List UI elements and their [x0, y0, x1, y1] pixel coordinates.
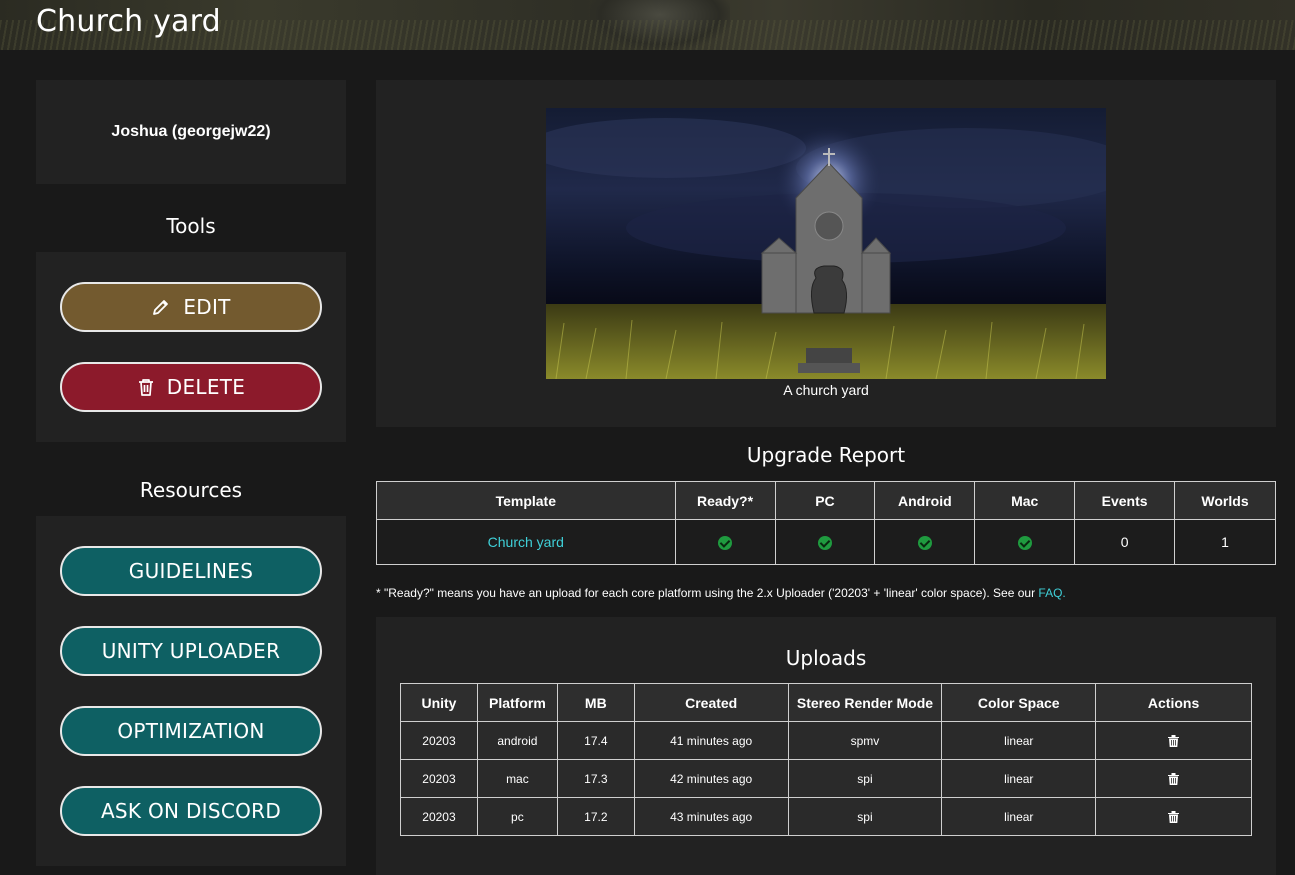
actions-cell: [1095, 759, 1252, 798]
actions-cell: [1095, 721, 1252, 760]
column-header: Template: [376, 481, 676, 520]
worlds-cell: 1: [1174, 519, 1276, 565]
trash-icon: [138, 379, 153, 396]
unity-uploader-button[interactable]: UNITY UPLOADER: [60, 626, 322, 676]
ready-footnote: * "Ready?" means you have an upload for …: [376, 586, 1066, 600]
tools-panel: EDIT DELETE: [36, 252, 346, 442]
table-row: Church yard 0 1: [376, 519, 1276, 565]
optimization-button-label: OPTIMIZATION: [117, 719, 265, 743]
upgrade-report-title: Upgrade Report: [746, 443, 906, 467]
ready-cell: [674, 519, 776, 565]
uploads-table: Unity Platform MB Created Stereo Render …: [400, 683, 1252, 836]
tools-title: Tools: [166, 214, 216, 238]
color-space-cell: linear: [941, 759, 1097, 798]
column-header: Unity: [400, 683, 478, 722]
guidelines-button[interactable]: GUIDELINES: [60, 546, 322, 596]
upgrade-report-table: Template Ready?* PC Android Mac Events W…: [376, 481, 1276, 565]
world-preview-image: [546, 108, 1106, 379]
trash-icon[interactable]: [1168, 735, 1180, 748]
column-header: Stereo Render Mode: [787, 683, 943, 722]
mb-cell: 17.4: [556, 721, 635, 760]
preview-panel: A church yard: [376, 80, 1276, 427]
delete-button[interactable]: DELETE: [60, 362, 322, 412]
user-box: Joshua (georgejw22): [36, 80, 346, 184]
column-header: Platform: [476, 683, 558, 722]
pencil-icon: [153, 300, 169, 315]
unity-uploader-button-label: UNITY UPLOADER: [101, 639, 281, 663]
user-name: Joshua (georgejw22): [111, 123, 271, 140]
ask-on-discord-button-label: ASK ON DISCORD: [100, 799, 282, 823]
check-circle-icon: [917, 536, 932, 551]
column-header: Created: [633, 683, 789, 722]
preview-caption: A church yard: [783, 382, 869, 398]
resources-title: Resources: [139, 478, 243, 502]
optimization-button[interactable]: OPTIMIZATION: [60, 706, 322, 756]
platform-cell: mac: [476, 759, 558, 798]
edit-button[interactable]: EDIT: [60, 282, 322, 332]
unity-cell: 20203: [400, 797, 478, 836]
check-circle-icon: [1017, 536, 1032, 551]
column-header: Android: [874, 481, 976, 520]
table-row: 20203 android 17.4 41 minutes ago spmv l…: [400, 721, 1252, 760]
trash-icon[interactable]: [1168, 811, 1180, 824]
template-cell: Church yard: [376, 519, 676, 565]
table-header-row: Template Ready?* PC Android Mac Events W…: [376, 481, 1276, 520]
ask-on-discord-button[interactable]: ASK ON DISCORD: [60, 786, 322, 836]
faq-link[interactable]: FAQ.: [1038, 586, 1065, 600]
platform-cell: android: [476, 721, 558, 760]
check-circle-icon: [817, 536, 832, 551]
column-header: Actions: [1095, 683, 1252, 722]
mb-cell: 17.3: [556, 759, 635, 798]
column-header: Color Space: [941, 683, 1097, 722]
color-space-cell: linear: [941, 797, 1097, 836]
column-header: Events: [1074, 481, 1176, 520]
trash-icon[interactable]: [1168, 773, 1180, 786]
column-header: Worlds: [1174, 481, 1276, 520]
stereo-cell: spi: [787, 797, 943, 836]
android-cell: [874, 519, 976, 565]
stereo-cell: spi: [787, 759, 943, 798]
created-cell: 43 minutes ago: [633, 797, 789, 836]
guidelines-button-label: GUIDELINES: [128, 559, 254, 583]
platform-cell: pc: [476, 797, 558, 836]
unity-cell: 20203: [400, 721, 478, 760]
uploads-title: Uploads: [785, 646, 867, 670]
edit-button-label: EDIT: [183, 295, 231, 319]
table-row: 20203 mac 17.3 42 minutes ago spi linear: [400, 759, 1252, 798]
events-cell: 0: [1074, 519, 1176, 565]
column-header: PC: [774, 481, 876, 520]
column-header: Ready?*: [674, 481, 776, 520]
created-cell: 42 minutes ago: [633, 759, 789, 798]
column-header: MB: [556, 683, 635, 722]
table-header-row: Unity Platform MB Created Stereo Render …: [400, 683, 1252, 722]
mac-cell: [974, 519, 1076, 565]
delete-button-label: DELETE: [166, 375, 246, 399]
color-space-cell: linear: [941, 721, 1097, 760]
column-header: Mac: [974, 481, 1076, 520]
page-title: Church yard: [36, 4, 221, 39]
mb-cell: 17.2: [556, 797, 635, 836]
check-circle-icon: [718, 536, 733, 551]
ready-footnote-text: * "Ready?" means you have an upload for …: [376, 586, 1039, 600]
stereo-cell: spmv: [787, 721, 943, 760]
created-cell: 41 minutes ago: [633, 721, 789, 760]
resources-panel: GUIDELINES UNITY UPLOADER OPTIMIZATION A…: [36, 516, 346, 866]
table-row: 20203 pc 17.2 43 minutes ago spi linear: [400, 797, 1252, 836]
actions-cell: [1095, 797, 1252, 836]
template-link[interactable]: Church yard: [488, 534, 564, 550]
header-banner: Church yard: [0, 0, 1295, 50]
unity-cell: 20203: [400, 759, 478, 798]
pc-cell: [774, 519, 876, 565]
